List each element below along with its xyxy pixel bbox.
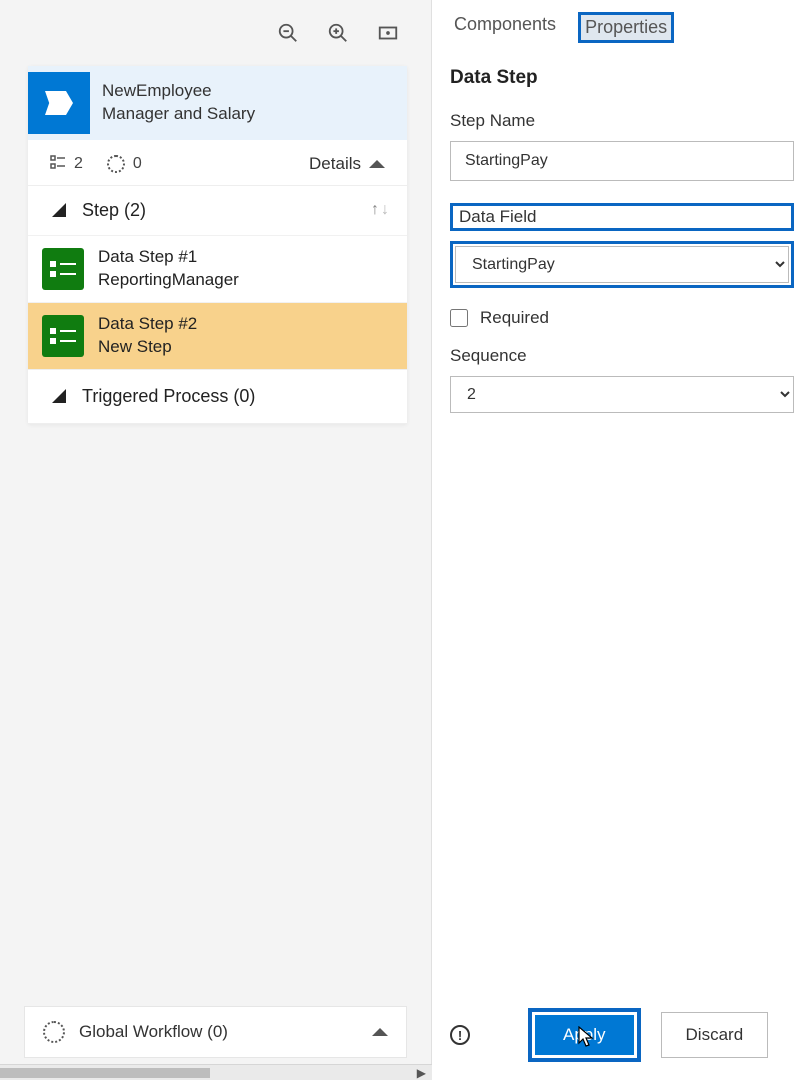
info-icon[interactable]: ! — [450, 1025, 470, 1045]
panel-footer: ! Apply Discard — [450, 1008, 794, 1062]
step-name-input[interactable] — [450, 141, 794, 181]
step-item-1[interactable]: Data Step #1 ReportingManager — [28, 235, 407, 302]
arrow-down-icon[interactable] — [381, 201, 389, 219]
apply-button[interactable]: Apply — [535, 1015, 634, 1055]
reorder-arrows[interactable] — [371, 201, 389, 219]
progress-icon — [107, 155, 125, 173]
step-item-sub: ReportingManager — [98, 269, 239, 292]
sequence-label: Sequence — [450, 346, 794, 366]
panel-tabs: Components Properties — [450, 12, 794, 43]
discard-button[interactable]: Discard — [661, 1012, 769, 1058]
arrow-up-icon[interactable] — [371, 201, 379, 219]
triggered-process-section[interactable]: Triggered Process (0) — [28, 369, 407, 424]
scroll-right-arrow[interactable]: ▶ — [411, 1066, 432, 1080]
data-step-icon — [42, 315, 84, 357]
global-workflow-bar[interactable]: Global Workflow (0) — [24, 1006, 407, 1058]
checklist-count: 2 — [50, 154, 83, 175]
step-item-sub: New Step — [98, 336, 197, 359]
fit-screen-icon[interactable] — [377, 22, 399, 44]
checklist-icon — [50, 154, 66, 175]
stage-title-line1: NewEmployee — [102, 80, 255, 103]
zoom-in-icon[interactable] — [327, 22, 349, 44]
data-field-select[interactable]: StartingPay — [455, 246, 789, 283]
triangle-collapse-icon — [52, 389, 66, 403]
tab-components[interactable]: Components — [450, 12, 560, 43]
stage-title-line2: Manager and Salary — [102, 103, 255, 126]
tab-properties[interactable]: Properties — [578, 12, 674, 43]
details-label: Details — [309, 154, 361, 174]
stage-chevron-icon — [28, 72, 90, 134]
triggered-process-label: Triggered Process (0) — [82, 386, 389, 407]
stage-card: NewEmployee Manager and Salary 2 0 Detai… — [28, 66, 407, 424]
horizontal-scrollbar[interactable]: ▶ — [0, 1064, 432, 1080]
steps-section-label: Step (2) — [82, 200, 371, 221]
chevron-up-icon — [369, 160, 385, 168]
data-step-icon — [42, 248, 84, 290]
step-item-title: Data Step #2 — [98, 313, 197, 336]
required-label: Required — [480, 308, 549, 328]
steps-section-header[interactable]: Step (2) — [28, 185, 407, 235]
stage-meta-row: 2 0 Details — [28, 140, 407, 185]
canvas-toolbar — [0, 0, 431, 66]
form-heading: Data Step — [450, 67, 794, 89]
step-item-2[interactable]: Data Step #2 New Step — [28, 302, 407, 369]
designer-panel: NewEmployee Manager and Salary 2 0 Detai… — [0, 0, 432, 1080]
step-name-label: Step Name — [450, 111, 794, 131]
checklist-count-value: 2 — [74, 155, 83, 173]
apply-button-highlight: Apply — [528, 1008, 641, 1062]
global-workflow-label: Global Workflow (0) — [79, 1022, 358, 1042]
stage-title: NewEmployee Manager and Salary — [90, 66, 267, 140]
details-toggle[interactable]: Details — [309, 154, 385, 174]
sequence-select[interactable]: 2 — [450, 376, 794, 413]
progress-count-value: 0 — [133, 155, 142, 173]
data-field-select-highlight: StartingPay — [450, 241, 794, 288]
properties-panel: Components Properties Data Step Step Nam… — [432, 0, 812, 1080]
zoom-out-icon[interactable] — [277, 22, 299, 44]
step-item-title: Data Step #1 — [98, 246, 239, 269]
workflow-icon — [43, 1021, 65, 1043]
data-field-label: Data Field — [450, 203, 794, 231]
stage-header[interactable]: NewEmployee Manager and Salary — [28, 66, 407, 140]
progress-count: 0 — [107, 155, 142, 173]
scrollbar-thumb[interactable] — [0, 1068, 210, 1078]
chevron-up-icon — [372, 1028, 388, 1036]
required-checkbox[interactable] — [450, 309, 468, 327]
triangle-collapse-icon — [52, 203, 66, 217]
